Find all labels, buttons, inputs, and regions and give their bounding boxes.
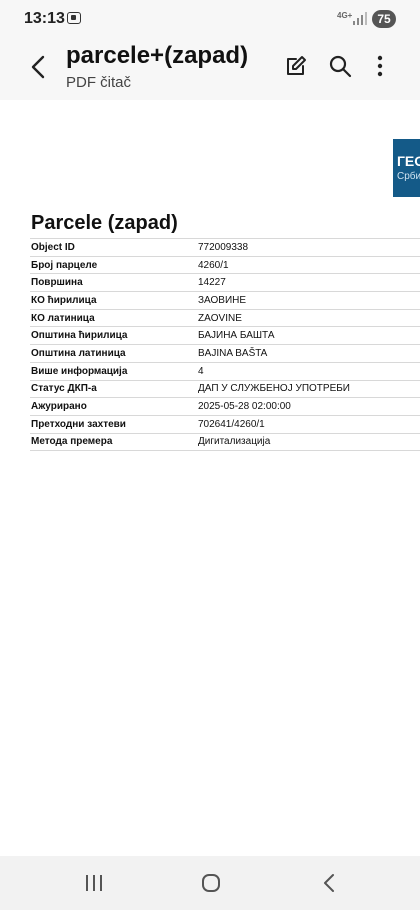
back-arrow-icon[interactable] bbox=[24, 52, 54, 82]
signal-icon bbox=[353, 12, 367, 25]
attribute-key: Општина ћирилица bbox=[30, 326, 197, 346]
table-row: Ажурирано 2025-05-28 02:00:00 bbox=[30, 397, 420, 416]
attribute-key: Површина bbox=[30, 273, 197, 293]
search-icon[interactable] bbox=[328, 54, 352, 78]
attribute-value: 4 bbox=[197, 362, 420, 381]
status-time: 13:13 bbox=[24, 10, 65, 27]
table-row: КО ћирилица ЗАОВИНЕ bbox=[30, 291, 420, 310]
attribute-key: Статус ДКП-а bbox=[30, 380, 197, 399]
geo-logo: ГЕО Србиј bbox=[393, 139, 420, 197]
attributes-table: Object ID 772009338 Број парцеле 4260/1 Повр… bbox=[30, 238, 420, 452]
table-row: КО латиница ZAOVINE bbox=[30, 309, 420, 328]
attribute-key: Object ID bbox=[30, 238, 197, 257]
attribute-key: Општина латиница bbox=[30, 344, 197, 363]
screen-record-icon bbox=[67, 12, 81, 24]
attribute-key: Ажурирано bbox=[30, 397, 197, 416]
attribute-value: ЗАОВИНЕ bbox=[197, 291, 420, 310]
app-bar: parcele+(zapad) PDF čitač bbox=[0, 38, 420, 100]
table-row: Више информација 4 bbox=[30, 362, 420, 381]
table-row: Општина ћирилица БАЈИНА БАШТА bbox=[30, 326, 420, 346]
attribute-value: 4260/1 bbox=[197, 256, 420, 275]
table-row: Object ID 772009338 bbox=[30, 238, 420, 257]
attribute-value: 702641/4260/1 bbox=[197, 415, 420, 434]
edit-icon[interactable] bbox=[284, 54, 308, 78]
table-row: Статус ДКП-а ДАП У СЛУЖБЕНОЈ УПОТРЕБИ bbox=[30, 380, 420, 399]
attribute-key: Број парцеле bbox=[30, 256, 197, 275]
battery-indicator: 75 bbox=[372, 10, 396, 28]
logo-subtext: Србиј bbox=[397, 171, 420, 182]
logo-text: ГЕО bbox=[397, 153, 420, 169]
recents-icon[interactable] bbox=[84, 874, 104, 892]
table-row: Метода премера Дигитализација bbox=[30, 433, 420, 452]
table-row: Број парцеле 4260/1 bbox=[30, 256, 420, 275]
attribute-value: 2025-05-28 02:00:00 bbox=[197, 397, 420, 416]
more-vert-icon[interactable] bbox=[370, 54, 390, 78]
table-row: Општина латиница BAJINA BAŠTA bbox=[30, 344, 420, 363]
app-subtitle: PDF čitač bbox=[66, 74, 132, 91]
document-title: parcele+(zapad) bbox=[66, 42, 249, 69]
attribute-key: КО ћирилица bbox=[30, 291, 197, 310]
attribute-value: 14227 bbox=[197, 273, 420, 293]
document-heading: Parcele (zapad) bbox=[31, 212, 178, 234]
attribute-value: Дигитализација bbox=[197, 433, 420, 452]
table-row: Претходни захтеви 702641/4260/1 bbox=[30, 415, 420, 434]
attribute-key: Метода премера bbox=[30, 433, 197, 452]
attribute-value: ДАП У СЛУЖБЕНОЈ УПОТРЕБИ bbox=[197, 380, 420, 399]
attribute-value: 772009338 bbox=[197, 238, 420, 257]
navigation-bar bbox=[0, 856, 420, 910]
attribute-value: БАЈИНА БАШТА bbox=[197, 326, 420, 346]
nav-back-icon[interactable] bbox=[321, 873, 337, 893]
pdf-page[interactable]: ГЕО Србиј Parcele (zapad) Object ID77200… bbox=[0, 100, 420, 856]
attribute-value: BAJINA BAŠTA bbox=[197, 344, 420, 363]
attribute-value: ZAOVINE bbox=[197, 309, 420, 328]
home-icon[interactable] bbox=[201, 873, 221, 893]
attribute-key: Претходни захтеви bbox=[30, 415, 197, 434]
attribute-key: Више информација bbox=[30, 362, 197, 381]
status-bar: 13:13 4G+ 75 bbox=[0, 0, 420, 38]
table-row: Површина 14227 bbox=[30, 273, 420, 293]
network-type: 4G+ bbox=[337, 11, 353, 20]
attribute-key: КО латиница bbox=[30, 309, 197, 328]
